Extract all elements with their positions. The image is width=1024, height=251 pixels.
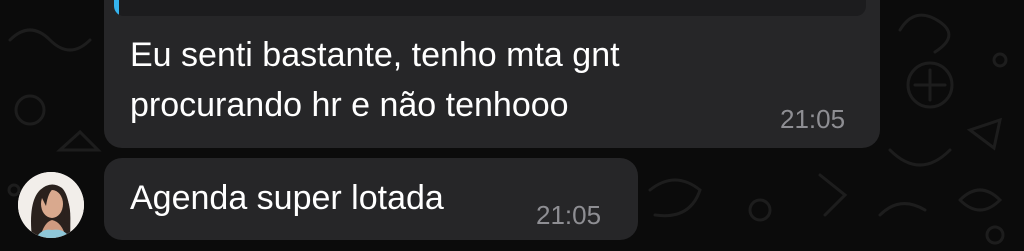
message-bubble[interactable]: Eu senti bastante, tenho mta gnt procura… [104,0,880,148]
message-bubble[interactable]: Agenda super lotada 21:05 [104,158,638,240]
message-timestamp: 21:05 [780,104,846,134]
message-text-line: Agenda super lotada [130,179,444,217]
message-timestamp: 21:05 [536,200,602,230]
quoted-reply[interactable] [114,0,866,16]
message-text-line: procurando hr e não tenhooo [130,86,569,124]
message-text-line: Eu senti bastante, tenho mta gnt [130,36,620,74]
quote-accent-bar [114,0,119,16]
contact-avatar-icon[interactable] [18,172,84,238]
